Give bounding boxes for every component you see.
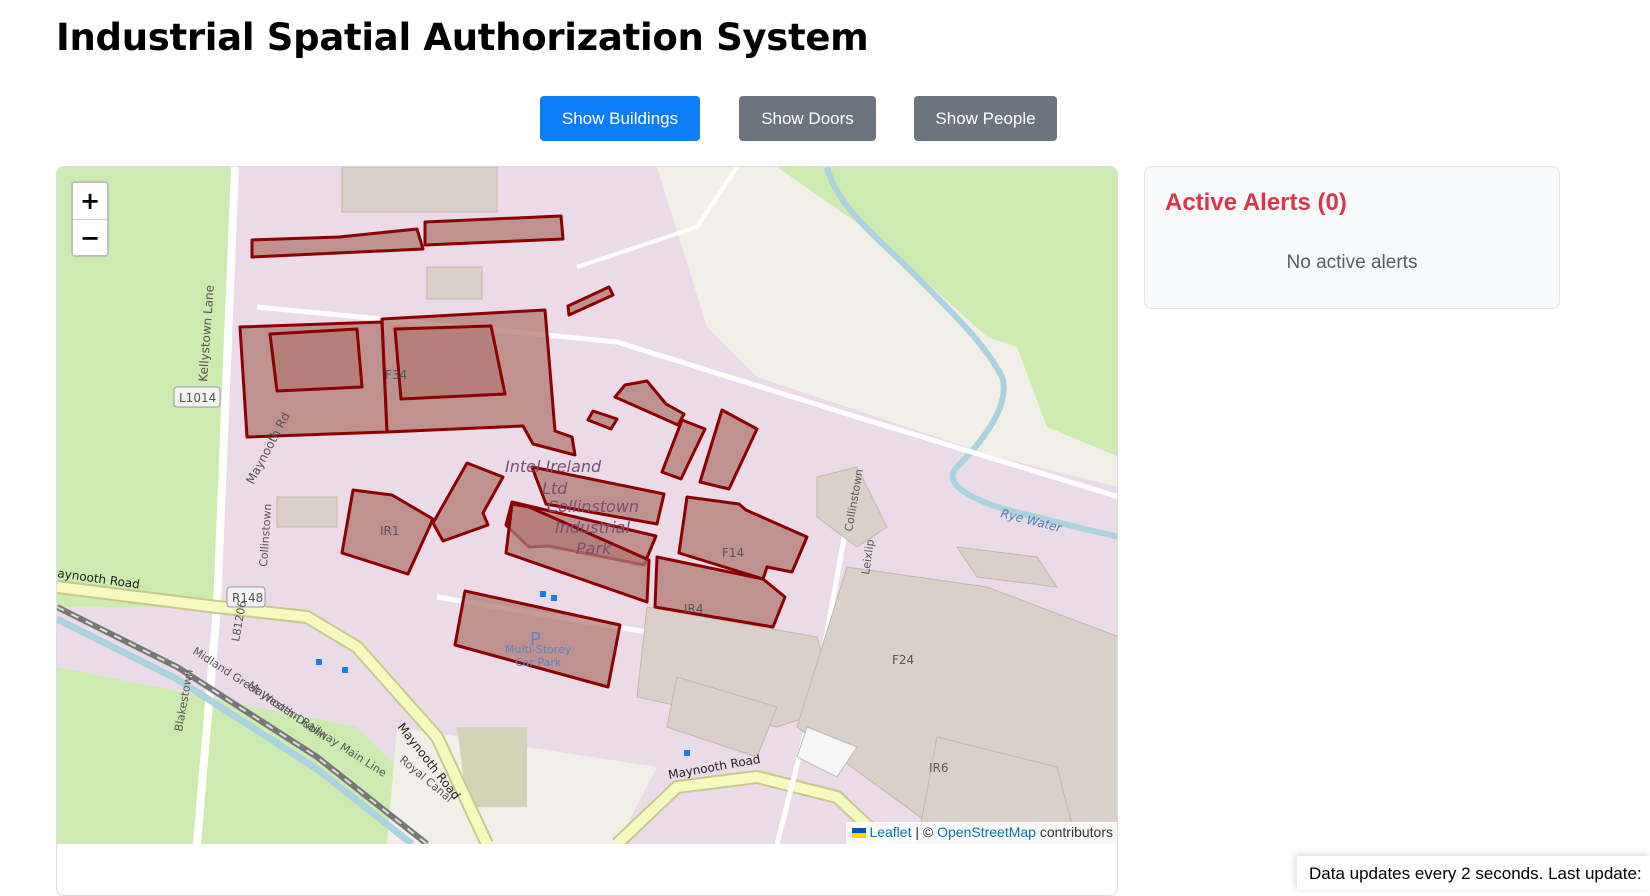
leaflet-link[interactable]: Leaflet — [869, 824, 911, 840]
alerts-empty-message: No active alerts — [1286, 252, 1418, 273]
page-title: Industrial Spatial Authorization System — [56, 16, 869, 59]
building-overlay[interactable] — [423, 214, 565, 247]
map-card: L1014 R148 Kellystown Lane aynooth Road … — [56, 166, 1118, 896]
attribution-separator: | © — [915, 824, 934, 840]
zoom-out-button[interactable]: − — [73, 219, 107, 255]
label-f34: F34 — [385, 368, 407, 382]
door-marker[interactable] — [316, 659, 322, 665]
label-intel-ltd: Ltd — [542, 479, 568, 498]
label-ir1: IR1 — [380, 524, 400, 538]
alerts-title: Active Alerts (0) — [1165, 189, 1347, 216]
label-f14: F14 — [722, 546, 744, 560]
label-intel-ireland: Intel Ireland — [505, 457, 602, 476]
map[interactable]: L1014 R148 Kellystown Lane aynooth Road … — [57, 167, 1117, 844]
osm-building — [276, 496, 338, 528]
label-multi-storey: Multi-Storey — [505, 643, 572, 656]
osm-building — [341, 167, 498, 213]
road-shield-l1014: L1014 — [179, 391, 216, 405]
osm-building — [426, 266, 483, 300]
status-bar: Data updates every 2 seconds. Last updat… — [1297, 856, 1650, 890]
building-overlay[interactable] — [268, 327, 364, 393]
status-text: Data updates every 2 seconds. Last updat… — [1309, 864, 1642, 883]
label-ir6: IR6 — [929, 761, 949, 775]
label-park: Park — [576, 539, 612, 558]
door-marker[interactable] — [342, 667, 348, 673]
map-tiles: L1014 R148 Kellystown Lane aynooth Road … — [57, 167, 1117, 844]
show-buildings-button[interactable]: Show Buildings — [540, 96, 700, 141]
map-attribution: Leaflet | © OpenStreetMap contributors — [846, 822, 1117, 844]
label-ir4: IR4 — [684, 602, 704, 616]
show-people-button[interactable]: Show People — [914, 96, 1057, 141]
door-marker[interactable] — [551, 595, 557, 601]
show-doors-button[interactable]: Show Doors — [739, 96, 876, 141]
alerts-panel: Active Alerts (0) No active alerts — [1144, 166, 1560, 309]
label-collinstown-park: Collinstown — [547, 497, 639, 516]
label-f24: F24 — [892, 653, 914, 667]
label-industrial-park: Industrial — [555, 518, 631, 537]
building-overlay[interactable] — [393, 324, 507, 401]
door-marker[interactable] — [540, 591, 546, 597]
door-marker[interactable] — [684, 750, 690, 756]
openstreetmap-link[interactable]: OpenStreetMap — [937, 824, 1036, 840]
label-car-park: Car Park — [515, 656, 562, 669]
attribution-contributors: contributors — [1039, 824, 1113, 840]
ukraine-flag-icon — [852, 828, 867, 838]
zoom-in-button[interactable]: + — [73, 183, 107, 219]
zoom-control: + − — [71, 181, 109, 257]
